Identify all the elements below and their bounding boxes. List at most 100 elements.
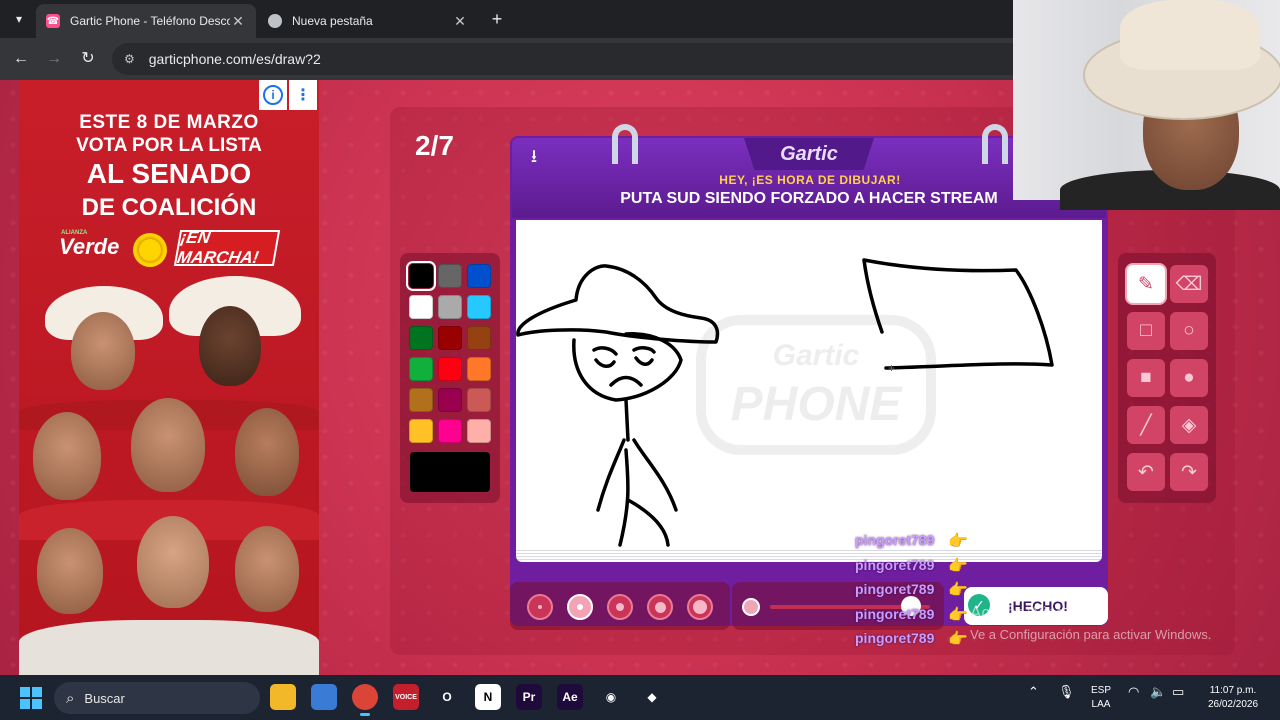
notion-icon[interactable]: N [475,684,501,710]
slogan-badge: ¡EN MARCHA! [173,228,281,267]
eraser-tool-button[interactable]: ⌫ [1170,265,1208,303]
file-explorer-icon[interactable] [270,684,296,710]
undo-tool-button[interactable]: ↶ [1127,453,1165,491]
color-swatch[interactable] [438,264,462,288]
chat-username: pingoret789 [855,532,935,548]
thumb-emote-icon: 👉 [948,607,968,624]
close-tab-icon[interactable]: ✕ [452,13,468,30]
line-tool-button[interactable]: ╱ [1127,406,1165,444]
drawing-canvas[interactable]: Gartic PHONE + [516,220,1102,550]
draw-instruction: HEY, ¡ES HORA DE DIBUJAR! [719,173,901,187]
color-swatch[interactable] [438,295,462,319]
brush-size-4[interactable] [647,594,673,620]
chrome-favicon-icon [268,14,282,28]
url-text: garticphone.com/es/draw?2 [148,51,321,67]
color-swatch[interactable] [467,295,491,319]
brush-size-1[interactable] [527,594,553,620]
round-counter: 2/7 [415,130,454,161]
candidate-face [37,528,103,614]
flag-drawing [862,258,1054,370]
color-swatch[interactable] [409,419,433,443]
watermark-text-1: Gartic [773,339,860,372]
current-color-preview[interactable] [410,452,490,492]
tab-gartic-phone[interactable]: ☎ Gartic Phone - Teléfono Descon ✕ [36,4,256,38]
app-icon[interactable]: ◆ [639,684,665,710]
site-settings-icon[interactable]: ⚙ [124,52,135,66]
sunflower-icon [133,233,167,267]
redo-tool-button[interactable]: ↷ [1170,453,1208,491]
store-icon[interactable] [311,684,337,710]
pen-tool-button[interactable]: ✎ [1127,265,1165,303]
color-swatch[interactable] [409,295,433,319]
ellipse-filled-tool-button[interactable]: ● [1170,359,1208,397]
color-swatch[interactable] [438,357,462,381]
tab-new-tab[interactable]: Nueva pestaña ✕ [258,4,478,38]
system-clock[interactable]: 11:07 p.m. 26/02/2026 [1198,684,1268,712]
ad-menu-button[interactable]: ⋮ [289,80,317,110]
color-swatch[interactable] [409,388,433,412]
premiere-icon[interactable]: Pr [516,684,542,710]
color-swatch[interactable] [467,357,491,381]
brush-size-5[interactable] [687,594,713,620]
candidate-face [199,306,261,386]
forward-icon[interactable]: → [43,48,65,70]
show-hidden-icons-icon[interactable]: ⌃ [1028,684,1039,700]
eraser-tool-icon: ⌫ [1175,273,1203,295]
line-tool-icon: ╱ [1140,414,1152,436]
color-swatch[interactable] [467,326,491,350]
webcam-hat-crown [1120,0,1260,70]
redo-tool-icon: ↷ [1181,461,1197,483]
reload-icon[interactable]: ↻ [77,48,99,70]
clock-date: 26/02/2026 [1207,699,1259,710]
watermark-text-2: PHONE [731,378,904,431]
ellipse-outline-tool-icon: ○ [1183,320,1195,341]
brush-size-2[interactable] [567,594,593,620]
color-swatch[interactable] [409,326,433,350]
color-swatch[interactable] [409,357,433,381]
advertisement[interactable]: ESTE 8 DE MARZO VOTA POR LA LISTA AL SEN… [19,80,319,675]
after-effects-icon[interactable]: Ae [557,684,583,710]
rectangle-filled-tool-button[interactable]: ■ [1127,359,1165,397]
rectangle-outline-tool-button[interactable]: □ [1127,312,1165,350]
download-icon[interactable]: ⭳ [524,146,544,166]
volume-icon[interactable]: 🔈 [1150,684,1166,700]
taskbar-search[interactable]: ⌕ Buscar [54,682,260,714]
microphone-icon[interactable]: 🎙 [1058,684,1075,700]
color-swatch[interactable] [438,388,462,412]
voicemeeter-icon[interactable]: VOICE [393,684,419,710]
chrome-icon[interactable] [352,684,378,716]
fill-bucket-tool-button[interactable]: ◈ [1170,406,1208,444]
ad-info-button[interactable]: i [259,80,287,110]
opacity-preview [742,598,760,616]
color-swatch[interactable] [467,264,491,288]
color-swatch[interactable] [438,419,462,443]
opera-icon[interactable]: O [434,684,460,710]
thumb-emote-icon: 👉 [948,533,968,550]
gartic-logo: Gartic [744,138,874,170]
chat-username: pingoret789 [855,581,935,597]
candidate-shirts [19,620,319,675]
back-icon[interactable]: ← [10,48,32,70]
color-swatch[interactable] [406,261,436,291]
obs-icon[interactable]: ◉ [598,684,624,710]
lang-line-1: ESP [1090,685,1111,696]
battery-icon[interactable]: ▭ [1172,684,1184,700]
address-bar[interactable]: ⚙ garticphone.com/es/draw?2 [112,43,1122,75]
tab-search-icon[interactable]: ▾ [8,8,30,30]
color-swatch[interactable] [438,326,462,350]
ellipse-outline-tool-button[interactable]: ○ [1170,312,1208,350]
rectangle-outline-tool-icon: □ [1140,320,1152,341]
language-indicator[interactable]: ESP LAA [1090,684,1112,712]
wifi-icon[interactable]: ◠ [1128,684,1139,700]
brush-size-3[interactable] [607,594,633,620]
windows-start-icon[interactable] [20,687,42,709]
slogan-text: ¡EN MARCHA! [175,228,261,267]
close-tab-icon[interactable]: ✕ [230,13,246,30]
ad-line-1: ESTE 8 DE MARZO [79,112,259,133]
new-tab-icon[interactable]: + [486,8,508,30]
color-swatch[interactable] [467,419,491,443]
chat-username: pingoret789 [855,630,935,646]
candidate-face [71,312,135,390]
gartic-logo-text: Gartic [780,142,838,165]
color-swatch[interactable] [467,388,491,412]
